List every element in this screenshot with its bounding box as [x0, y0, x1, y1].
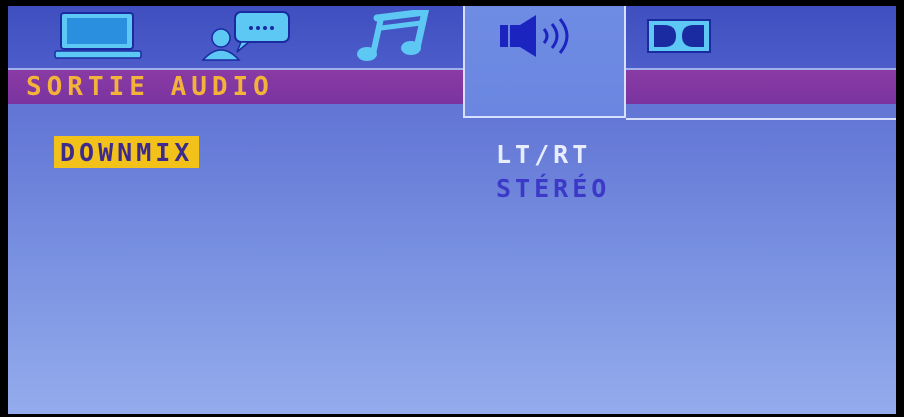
tab-dolby[interactable] — [644, 10, 714, 62]
monitor-icon — [54, 12, 142, 59]
option-value-stereo[interactable]: STÉRÉO — [496, 174, 610, 203]
page-title: SORTIE AUDIO — [26, 72, 274, 102]
speech-bubble-person-icon — [201, 11, 290, 61]
downmix-option[interactable]: DOWNMIX — [54, 136, 200, 168]
tab-bar: SORTIE AUDIO — [8, 6, 896, 122]
music-note-icon — [357, 10, 430, 61]
tab-audio-music[interactable] — [348, 10, 438, 62]
tab-underline — [626, 118, 896, 120]
osd-screen: SORTIE AUDIO DOWNMIX LT/RT STÉRÉO — [8, 6, 896, 414]
tab-language[interactable] — [188, 10, 298, 62]
speaker-icon — [500, 15, 569, 57]
tab-general[interactable] — [48, 10, 148, 62]
dolby-icon — [647, 19, 711, 53]
option-value-ltrt[interactable]: LT/RT — [496, 140, 591, 169]
tab-speaker[interactable] — [488, 10, 588, 62]
